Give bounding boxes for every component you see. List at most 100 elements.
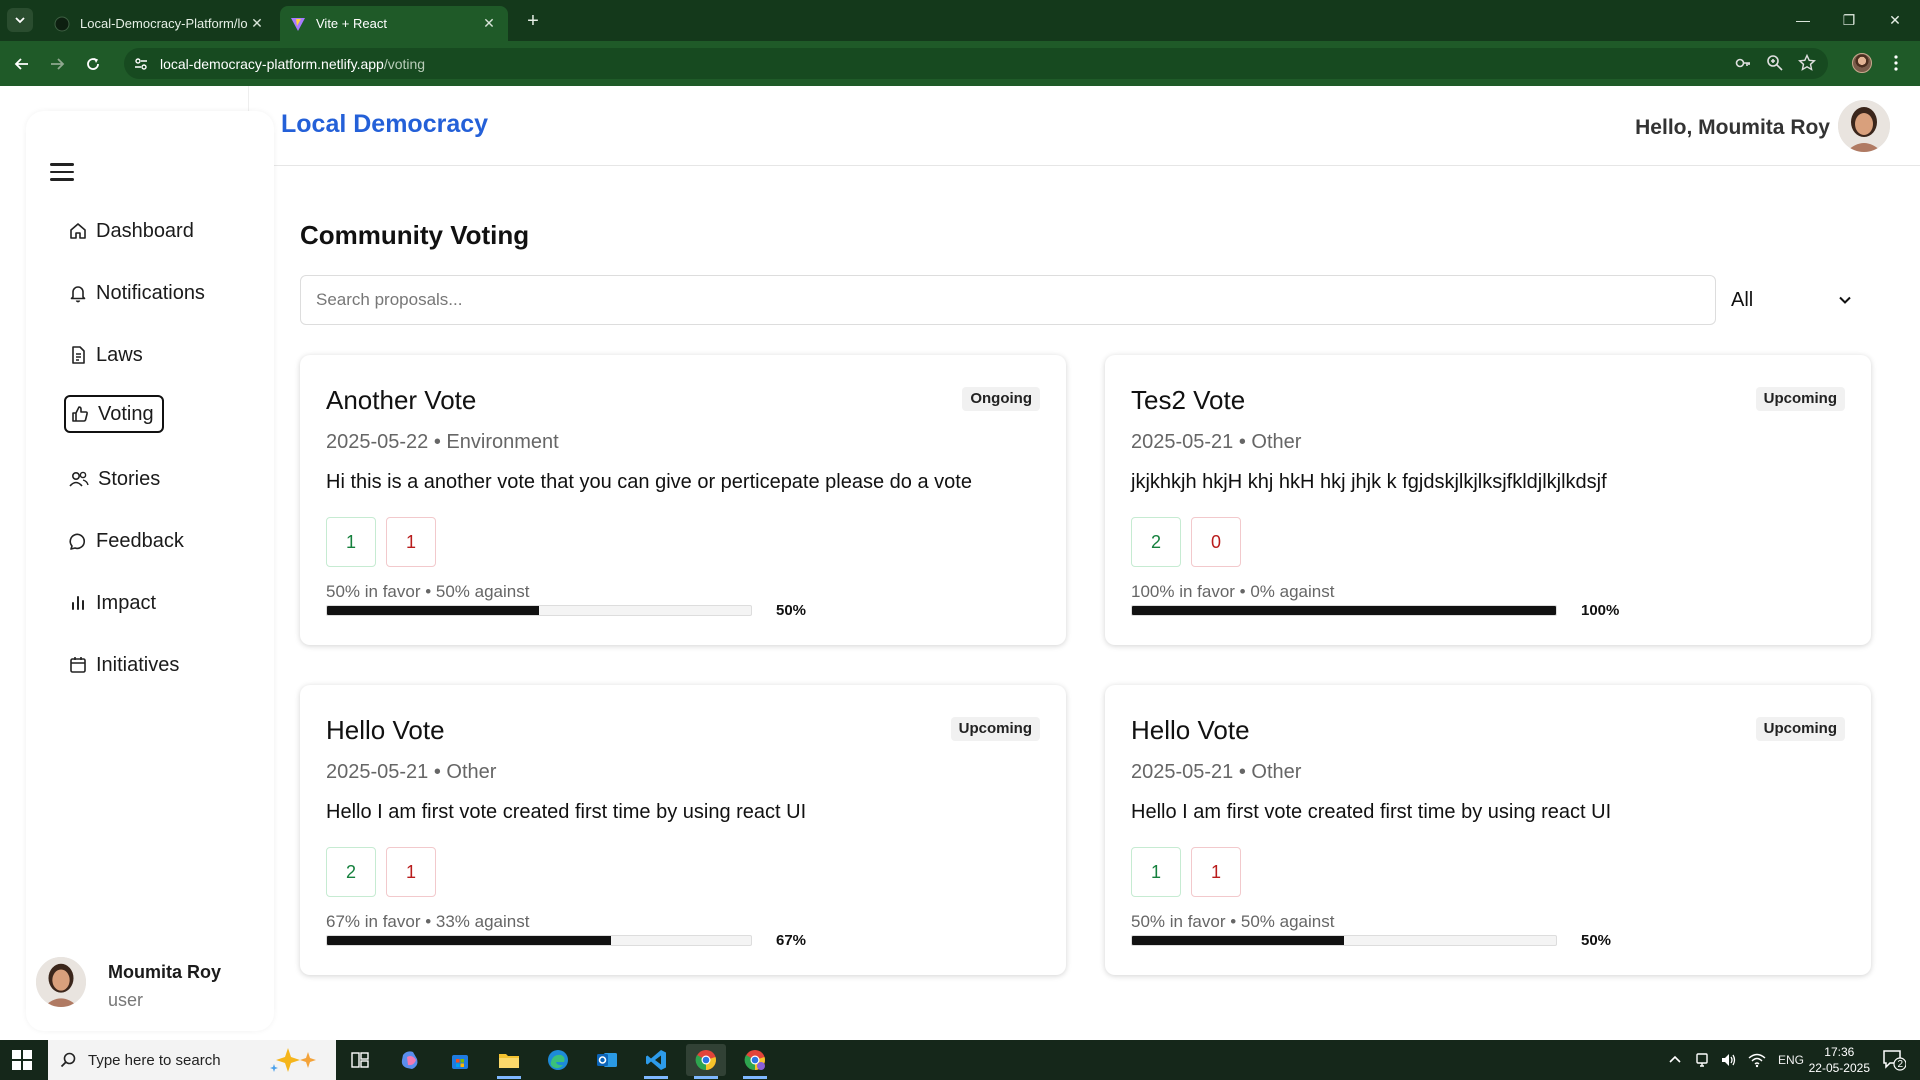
sidebar-item-label: Voting [98, 402, 154, 425]
url-path: /voting [383, 55, 426, 72]
sidebar-item-initiatives[interactable]: Initiatives [64, 646, 185, 684]
proposal-card[interactable]: Hello Vote Upcoming 2025-05-21 • Other H… [1105, 685, 1871, 975]
proposal-meta: 2025-05-21 • Other [326, 761, 497, 783]
sidebar-item-feedback[interactable]: Feedback [64, 522, 190, 560]
proposal-meta: 2025-05-21 • Other [1131, 761, 1302, 783]
vote-percent-label: 100% [1581, 602, 1620, 619]
github-icon [54, 16, 70, 31]
proposal-description: Hi this is a another vote that you can g… [326, 471, 972, 493]
vote-yes-button[interactable]: 1 [1131, 847, 1181, 897]
close-tab-icon[interactable]: ✕ [480, 15, 498, 32]
new-tab-button[interactable]: + [520, 8, 546, 34]
calendar-icon [70, 657, 86, 673]
outlook-app[interactable] [587, 1044, 627, 1076]
vote-no-button[interactable]: 1 [1191, 847, 1241, 897]
vote-percent-label: 50% [776, 602, 807, 619]
taskbar-search-text: Type here to search [88, 1051, 221, 1069]
notification-center-button[interactable]: 2 [1882, 1049, 1907, 1076]
taskbar-search[interactable]: Type here to search [48, 1040, 336, 1080]
proposal-card[interactable]: Hello Vote Upcoming 2025-05-21 • Other H… [300, 685, 1066, 975]
edge-app[interactable] [538, 1044, 578, 1076]
copilot-app[interactable] [390, 1044, 430, 1076]
status-filter-select[interactable]: All [1716, 275, 1872, 325]
profile-button[interactable] [1850, 51, 1874, 75]
sidebar-item-label: Laws [96, 343, 143, 366]
vote-percent-label: 50% [1581, 932, 1612, 949]
address-bar[interactable]: local-democracy-platform.netlify.app/vot… [124, 48, 1828, 79]
chevron-up-icon[interactable] [1668, 1053, 1682, 1067]
chrome-app-active[interactable] [686, 1044, 726, 1079]
forward-button[interactable] [44, 51, 70, 77]
proposal-card[interactable]: Another Vote Ongoing 2025-05-22 • Enviro… [300, 355, 1066, 645]
device-icon[interactable] [1694, 1052, 1710, 1068]
brand-title[interactable]: Local Democracy [281, 110, 488, 139]
browser-tab-github[interactable]: Local-Democracy-Platform/loca ✕ [44, 6, 276, 41]
store-icon [452, 1055, 468, 1069]
status-badge: Upcoming [1755, 387, 1845, 411]
task-view-button[interactable] [340, 1044, 380, 1076]
close-window-button[interactable]: ✕ [1872, 8, 1918, 32]
restore-button[interactable]: ❐ [1826, 8, 1872, 32]
avatar[interactable] [1838, 100, 1890, 152]
store-app[interactable] [440, 1044, 480, 1076]
page-title: Community Voting [300, 220, 530, 250]
reload-icon [87, 58, 99, 70]
vscode-icon [646, 1050, 666, 1070]
sidebar-item-stories[interactable]: Stories [64, 460, 166, 498]
close-tab-icon[interactable]: ✕ [248, 15, 266, 32]
system-tray: ENG [1668, 1040, 1804, 1080]
browser-menu-button[interactable] [1884, 51, 1908, 75]
file-explorer-app[interactable] [489, 1044, 529, 1079]
proposal-description: Hello I am first vote created first time… [1131, 801, 1612, 823]
arrow-right-icon [51, 58, 65, 70]
proposal-card[interactable]: Tes2 Vote Upcoming 2025-05-21 • Other jk… [1105, 355, 1871, 645]
bell-icon [70, 286, 86, 303]
vote-yes-button[interactable]: 1 [326, 517, 376, 567]
search-input[interactable] [300, 275, 1716, 325]
vote-yes-button[interactable]: 2 [1131, 517, 1181, 567]
chevron-down-icon [15, 17, 25, 24]
wifi-icon[interactable] [1748, 1052, 1766, 1068]
url-host: local-democracy-platform.netlify.app [160, 55, 384, 72]
reload-button[interactable] [80, 51, 106, 77]
bookmark-star-icon[interactable] [1798, 54, 1816, 72]
vote-progress-bar [326, 605, 752, 616]
zoom-icon[interactable] [1766, 54, 1784, 72]
language-indicator[interactable]: ENG [1778, 1053, 1804, 1067]
sidebar-profile[interactable]: Moumita Roy user [36, 954, 266, 1010]
status-badge: Upcoming [950, 717, 1040, 741]
sidebar-item-voting[interactable]: Voting [64, 395, 164, 433]
vote-progress-bar [1131, 935, 1557, 946]
proposal-meta: 2025-05-21 • Other [1131, 431, 1302, 453]
site-settings-icon[interactable] [134, 57, 148, 71]
taskbar-clock[interactable]: 17:36 22-05-2025 [1809, 1044, 1870, 1076]
vote-no-button[interactable]: 0 [1191, 517, 1241, 567]
speaker-icon[interactable] [1720, 1052, 1738, 1068]
avatar [1852, 53, 1872, 73]
vscode-app[interactable] [636, 1044, 676, 1079]
sidebar-item-label: Feedback [96, 529, 184, 552]
vote-progress-fill [1132, 936, 1344, 945]
start-button[interactable] [12, 1050, 32, 1075]
clock-time: 17:36 [1824, 1045, 1855, 1059]
chrome-profile-app[interactable] [735, 1044, 775, 1079]
task-view-icon [351, 1052, 369, 1068]
vote-no-button[interactable]: 1 [386, 847, 436, 897]
users-icon [69, 471, 89, 487]
vote-yes-button[interactable]: 2 [326, 847, 376, 897]
sidebar-item-impact[interactable]: Impact [64, 584, 162, 622]
sidebar-item-dashboard[interactable]: Dashboard [64, 212, 200, 250]
proposal-meta: 2025-05-22 • Environment [326, 431, 559, 453]
menu-toggle-icon[interactable] [50, 163, 74, 183]
tab-title: Local-Democracy-Platform/loca [80, 16, 248, 31]
sidebar-item-notifications[interactable]: Notifications [64, 274, 211, 312]
tab-search-button[interactable] [7, 8, 33, 32]
vote-ratio-text: 50% in favor • 50% against [326, 582, 530, 601]
back-button[interactable] [9, 51, 35, 77]
sidebar-item-laws[interactable]: Laws [64, 336, 149, 374]
password-key-icon[interactable] [1734, 54, 1752, 72]
edge-icon [548, 1050, 568, 1070]
minimize-button[interactable]: — [1780, 8, 1826, 32]
browser-tab-vite[interactable]: Vite + React ✕ [280, 6, 508, 41]
vote-no-button[interactable]: 1 [386, 517, 436, 567]
